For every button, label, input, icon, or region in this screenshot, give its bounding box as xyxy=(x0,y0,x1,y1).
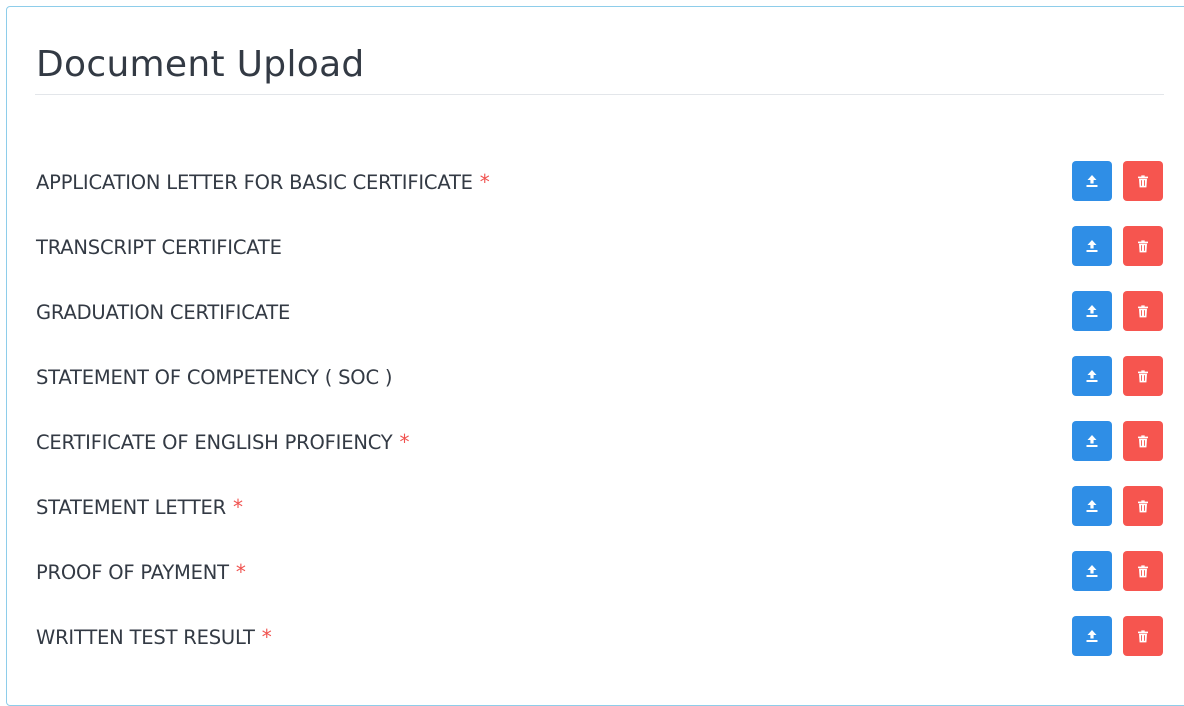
upload-icon xyxy=(1086,175,1098,187)
document-upload-panel: Document Upload APPLICATION LETTER FOR B… xyxy=(6,6,1184,706)
trash-icon xyxy=(1138,564,1148,577)
document-label: WRITTEN TEST RESULT * xyxy=(36,625,272,649)
trash-icon xyxy=(1138,369,1148,382)
trash-icon xyxy=(1138,304,1148,317)
upload-icon xyxy=(1086,240,1098,252)
trash-icon xyxy=(1138,499,1148,512)
document-label: STATEMENT OF COMPETENCY ( SOC ) xyxy=(36,366,393,389)
delete-button[interactable] xyxy=(1123,486,1163,526)
upload-icon xyxy=(1086,630,1098,642)
upload-button[interactable] xyxy=(1072,226,1112,266)
required-marker: * xyxy=(399,430,410,454)
upload-button[interactable] xyxy=(1072,291,1112,331)
upload-button[interactable] xyxy=(1072,161,1112,201)
document-label: TRANSCRIPT CERTIFICATE xyxy=(36,236,282,259)
required-marker: * xyxy=(261,625,272,649)
upload-button[interactable] xyxy=(1072,421,1112,461)
required-marker: * xyxy=(479,170,490,194)
document-list: APPLICATION LETTER FOR BASIC CERTIFICATE… xyxy=(7,7,1184,705)
upload-button[interactable] xyxy=(1072,616,1112,656)
document-row-written-test-result: WRITTEN TEST RESULT * xyxy=(35,616,1163,656)
document-row-application-letter: APPLICATION LETTER FOR BASIC CERTIFICATE… xyxy=(35,161,1163,201)
upload-button[interactable] xyxy=(1072,356,1112,396)
required-marker: * xyxy=(233,495,243,519)
document-label: PROOF OF PAYMENT * xyxy=(36,560,246,584)
document-row-proof-of-payment: PROOF OF PAYMENT * xyxy=(35,551,1163,591)
upload-icon xyxy=(1086,500,1098,512)
delete-button[interactable] xyxy=(1123,226,1163,266)
required-marker: * xyxy=(235,560,246,584)
trash-icon xyxy=(1138,629,1148,642)
document-label: APPLICATION LETTER FOR BASIC CERTIFICATE… xyxy=(36,170,490,194)
delete-button[interactable] xyxy=(1123,291,1163,331)
delete-button[interactable] xyxy=(1123,161,1163,201)
document-row-graduation: GRADUATION CERTIFICATE xyxy=(35,291,1163,331)
document-row-soc: STATEMENT OF COMPETENCY ( SOC ) xyxy=(35,356,1163,396)
delete-button[interactable] xyxy=(1123,421,1163,461)
upload-icon xyxy=(1086,370,1098,382)
delete-button[interactable] xyxy=(1123,551,1163,591)
document-row-english-proficiency: CERTIFICATE OF ENGLISH PROFIENCY * xyxy=(35,421,1163,461)
document-row-statement-letter: STATEMENT LETTER * xyxy=(35,486,1163,526)
trash-icon xyxy=(1138,239,1148,252)
upload-icon xyxy=(1086,305,1098,317)
document-row-transcript: TRANSCRIPT CERTIFICATE xyxy=(35,226,1163,266)
upload-icon xyxy=(1086,565,1098,577)
document-label: GRADUATION CERTIFICATE xyxy=(36,301,291,324)
upload-icon xyxy=(1086,435,1098,447)
trash-icon xyxy=(1138,434,1148,447)
delete-button[interactable] xyxy=(1123,356,1163,396)
delete-button[interactable] xyxy=(1123,616,1163,656)
upload-button[interactable] xyxy=(1072,486,1112,526)
trash-icon xyxy=(1138,174,1148,187)
document-label: STATEMENT LETTER * xyxy=(36,495,243,519)
document-label: CERTIFICATE OF ENGLISH PROFIENCY * xyxy=(36,430,410,454)
upload-button[interactable] xyxy=(1072,551,1112,591)
